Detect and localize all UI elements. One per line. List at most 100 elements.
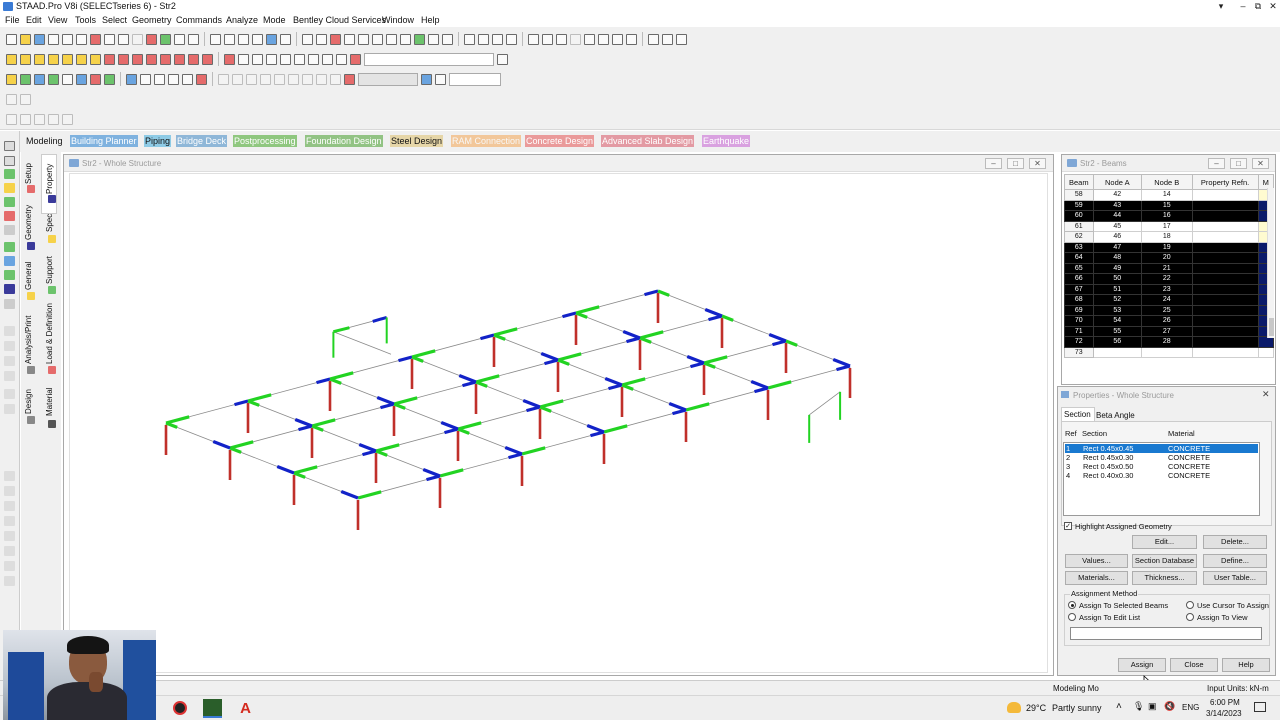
cell-node-a[interactable]: 42 [1092, 189, 1142, 201]
vtab-load-definition[interactable]: Load & Definition [45, 303, 54, 364]
beam-end-x[interactable] [398, 355, 413, 363]
beam-end-z[interactable] [229, 446, 242, 454]
geometry-icon[interactable] [372, 33, 383, 45]
beam-end-z[interactable] [575, 311, 588, 319]
stub-beam-end[interactable] [333, 326, 350, 334]
beam-end-z[interactable] [639, 336, 652, 344]
close-icon[interactable]: ✕ [1262, 389, 1270, 400]
cell-beam[interactable]: 71 [1064, 325, 1094, 337]
geometry-icon[interactable] [442, 33, 453, 45]
notification-icon[interactable] [1254, 702, 1266, 712]
section-row[interactable]: 2 Rect 0.45x0.30 CONCRETE [1065, 453, 1258, 462]
close-button[interactable]: Close [1170, 658, 1218, 672]
label-icon[interactable] [34, 73, 45, 85]
tool-icon[interactable] [188, 33, 199, 45]
section-database-button[interactable]: Section Database [1132, 554, 1197, 568]
cell-beam[interactable]: 65 [1064, 262, 1094, 274]
solid-icon[interactable] [4, 197, 15, 207]
cell-node-a[interactable]: 56 [1092, 336, 1142, 348]
tab-building-planner[interactable]: Building Planner [70, 135, 138, 147]
beam-end-z[interactable] [750, 379, 769, 390]
tool-icon[interactable] [506, 33, 517, 45]
cell-beam[interactable]: 60 [1064, 210, 1094, 222]
tool-icon[interactable] [528, 33, 539, 45]
beam-line-z[interactable] [575, 312, 769, 389]
section-row[interactable]: 3 Rect 0.45x0.50 CONCRETE [1065, 462, 1258, 471]
beam-end-x[interactable] [539, 399, 564, 409]
table-row[interactable]: 59 43 15 [1064, 199, 1275, 211]
tool-icon[interactable] [542, 33, 553, 45]
beam-line-z[interactable] [657, 290, 851, 367]
cell-beam[interactable]: 69 [1064, 304, 1094, 316]
beam-end-x[interactable] [357, 490, 382, 500]
table-row[interactable]: 70 54 26 [1064, 315, 1275, 327]
vtab-spec[interactable]: Spec [45, 214, 54, 232]
beam-end-x[interactable] [644, 289, 659, 297]
beam-end-z[interactable] [457, 427, 470, 435]
menu-analyze[interactable]: Analyze [226, 15, 258, 25]
disabled-icon[interactable] [260, 73, 271, 85]
tool-icon[interactable] [4, 531, 15, 541]
zoom-icon[interactable] [280, 53, 291, 65]
run-analysis-icon[interactable] [160, 33, 171, 45]
tool-icon[interactable] [421, 73, 432, 85]
geometry-icon[interactable] [414, 33, 425, 45]
beam-end-x[interactable] [457, 421, 482, 431]
section-row[interactable]: 4 Rect 0.40x0.30 CONCRETE [1065, 471, 1258, 480]
cell-node-b[interactable]: 15 [1140, 199, 1193, 211]
tab-piping[interactable]: Piping [144, 135, 172, 147]
beam-end-z[interactable] [622, 329, 641, 340]
menu-select[interactable]: Select [102, 15, 127, 25]
microphone-icon[interactable]: 🎙 [1133, 701, 1144, 712]
disabled-icon[interactable] [20, 113, 31, 125]
tool-icon[interactable] [4, 225, 15, 235]
table-row[interactable]: 72 56 28 [1064, 336, 1275, 348]
cell-node-b[interactable]: 22 [1140, 273, 1193, 285]
beam-end-z[interactable] [621, 383, 634, 391]
cell-property-refn[interactable] [1191, 199, 1259, 211]
delete-button[interactable]: Delete... [1203, 535, 1267, 549]
radio-cursor[interactable] [1186, 601, 1194, 609]
new-file-icon[interactable] [6, 33, 17, 45]
table-row[interactable]: 65 49 21 [1064, 262, 1275, 274]
beam-line-z[interactable] [493, 334, 687, 411]
cell-beam[interactable]: 73 [1064, 346, 1094, 358]
select-icon[interactable] [48, 53, 59, 65]
cell-node-b[interactable]: 25 [1140, 304, 1193, 316]
tab-earthquake[interactable]: Earthquake [702, 135, 751, 147]
select-icon[interactable] [4, 141, 15, 151]
cell-node-b[interactable]: 28 [1140, 336, 1193, 348]
network-icon[interactable]: ▣ [1148, 701, 1157, 712]
cell-beam[interactable]: 62 [1064, 231, 1094, 243]
beam-end-x[interactable] [521, 446, 546, 456]
beam-end-z[interactable] [293, 471, 306, 479]
select-icon[interactable] [90, 53, 101, 65]
tab-postprocessing[interactable]: Postprocessing [233, 135, 297, 147]
cell-beam[interactable]: 72 [1064, 336, 1094, 348]
col-node-b[interactable]: Node B [1140, 174, 1193, 190]
beam-end-x[interactable] [621, 377, 646, 387]
beam-end-z[interactable] [440, 420, 459, 431]
cell-node-b[interactable]: 20 [1140, 252, 1193, 264]
menu-help[interactable]: Help [421, 15, 440, 25]
beam-end-x[interactable] [562, 311, 577, 319]
beam-end-x[interactable] [685, 402, 710, 412]
table-row[interactable]: 63 47 19 [1064, 241, 1275, 253]
tool-icon[interactable] [662, 33, 673, 45]
beam-end-x[interactable] [767, 380, 792, 390]
stub-beam-end[interactable] [372, 315, 388, 323]
beam-end-z[interactable] [539, 405, 552, 413]
beam-end-z[interactable] [475, 380, 488, 388]
cell-beam[interactable]: 63 [1064, 241, 1094, 253]
menu-tools[interactable]: Tools [75, 15, 96, 25]
label-icon[interactable] [62, 73, 73, 85]
vtab-support[interactable]: Support [45, 256, 54, 284]
help-button[interactable]: Help [1222, 658, 1270, 672]
table-row[interactable]: 58 42 14 [1064, 189, 1275, 201]
close-button[interactable]: ✕ [1029, 158, 1046, 169]
vtab-general[interactable]: General [24, 262, 33, 290]
table-row[interactable]: 68 52 24 [1064, 294, 1275, 306]
rotate-icon[interactable] [146, 53, 157, 65]
geometry-icon[interactable] [400, 33, 411, 45]
check-icon[interactable] [146, 33, 157, 45]
